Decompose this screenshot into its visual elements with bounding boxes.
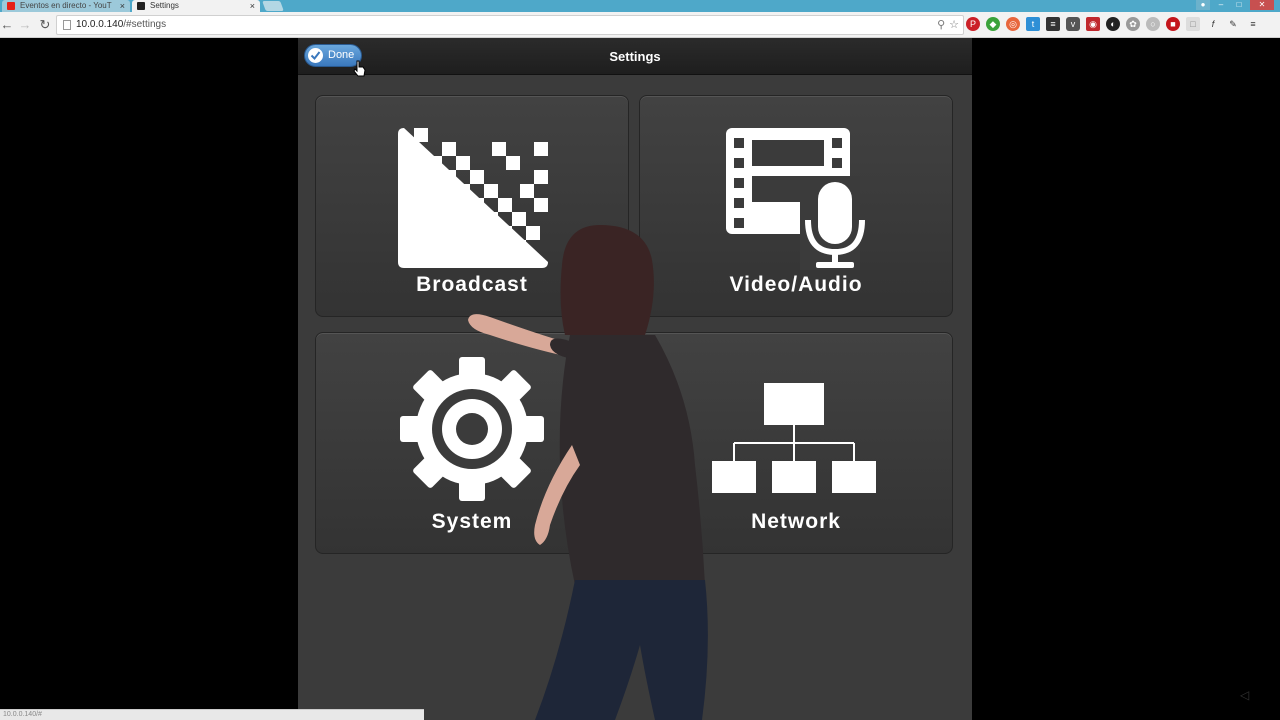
window-close-icon[interactable]: ✕: [1250, 0, 1274, 10]
layers-extension-icon[interactable]: ≡: [1046, 17, 1060, 31]
pinterest-extension-icon[interactable]: P: [966, 17, 980, 31]
status-bar-url: 10.0.0.140/#: [0, 709, 424, 720]
corner-arrow-icon: ◁: [1240, 688, 1250, 702]
orange-extension-icon[interactable]: ◎: [1006, 17, 1020, 31]
page-icon: [63, 20, 71, 30]
presenter-person: [468, 225, 708, 720]
tab-settings[interactable]: Settings ×: [132, 0, 260, 12]
chrome-menu-icon[interactable]: ≡: [1246, 17, 1260, 31]
twitter-extension-icon[interactable]: t: [1026, 17, 1040, 31]
zoom-icon[interactable]: ⚲: [937, 18, 945, 31]
red-extension-icon[interactable]: ◉: [1086, 17, 1100, 31]
tab-title: Eventos en directo - YouT: [20, 1, 112, 10]
omnibox-icons: ⚲ ☆: [937, 18, 959, 31]
address-bar[interactable]: 10.0.0.140/#settings ⚲ ☆: [56, 15, 964, 35]
minimize-icon[interactable]: –: [1214, 0, 1228, 10]
adblock-extension-icon[interactable]: ■: [1166, 17, 1180, 31]
forward-arrow-icon[interactable]: →: [18, 17, 32, 33]
gray-extension-icon[interactable]: ✿: [1126, 17, 1140, 31]
extension-icons: P ◆ ◎ t ≡ v ◉ ◐ ✿ ○ ■ □ f ✎ ≡: [966, 17, 1260, 31]
user-profile-icon[interactable]: ●: [1196, 0, 1210, 10]
pocket-extension-icon[interactable]: v: [1066, 17, 1080, 31]
tab-close-icon[interactable]: ×: [250, 0, 255, 12]
browser-tab-strip: Eventos en directo - YouT × Settings × ●…: [0, 0, 1280, 12]
eyedropper-extension-icon[interactable]: ✎: [1226, 17, 1240, 31]
window-controls: ● – □ ✕: [1196, 0, 1274, 10]
page-title: Settings: [609, 49, 661, 64]
url-host: 10.0.0.140: [76, 19, 124, 30]
bookmark-star-icon[interactable]: ☆: [949, 18, 959, 31]
tab-close-icon[interactable]: ×: [120, 0, 125, 12]
app-header: Done Settings: [298, 38, 972, 75]
url-path: /#settings: [123, 19, 167, 30]
blank-extension-icon[interactable]: □: [1186, 17, 1200, 31]
tab-title: Settings: [150, 1, 179, 10]
reload-icon[interactable]: ↻: [38, 17, 52, 33]
url-text[interactable]: 10.0.0.140/#settings: [76, 19, 166, 30]
maximize-icon[interactable]: □: [1232, 0, 1246, 10]
dark-extension-icon[interactable]: ◐: [1106, 17, 1120, 31]
green-extension-icon[interactable]: ◆: [986, 17, 1000, 31]
youtube-favicon-icon: [7, 2, 15, 10]
light-extension-icon[interactable]: ○: [1146, 17, 1160, 31]
back-arrow-icon[interactable]: ←: [0, 17, 14, 33]
page-favicon-icon: [137, 2, 145, 10]
browser-toolbar: ← → ↻ 10.0.0.140/#settings ⚲ ☆ P ◆ ◎ t ≡…: [0, 12, 1280, 38]
new-tab-button[interactable]: [262, 1, 284, 11]
tab-eventos[interactable]: Eventos en directo - YouT ×: [2, 0, 130, 12]
formula-extension-icon[interactable]: f: [1206, 17, 1220, 31]
mouse-pointer-icon: [353, 60, 366, 77]
